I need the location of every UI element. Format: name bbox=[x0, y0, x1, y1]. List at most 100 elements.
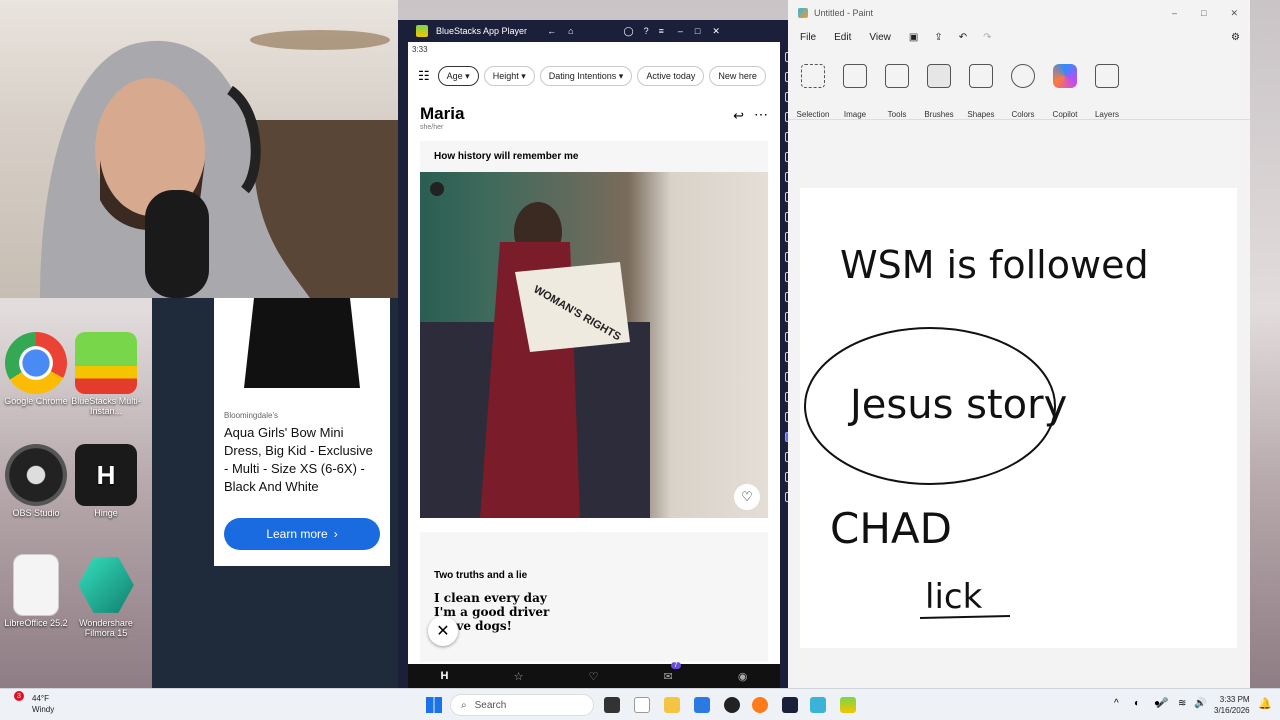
ad-dress-image bbox=[244, 298, 360, 388]
tools-icon bbox=[885, 64, 909, 88]
search-placeholder: Search bbox=[474, 699, 507, 711]
prompt-card: How history will remember me WOMAN'S RIG… bbox=[420, 141, 768, 518]
menu-icon[interactable]: ≡ bbox=[659, 26, 664, 36]
nav-profile-icon[interactable]: ◉ bbox=[738, 670, 748, 683]
prompt-answer-line: I love dogs! bbox=[434, 619, 512, 633]
prompt-label: How history will remember me bbox=[434, 151, 579, 162]
desktop-icon-chrome[interactable]: Google Chrome bbox=[0, 332, 72, 406]
task-view-icon[interactable] bbox=[604, 697, 620, 713]
filmora-icon bbox=[78, 557, 134, 613]
tool-copilot[interactable]: Copilot bbox=[1044, 64, 1086, 119]
ad-title[interactable]: Aqua Girls' Bow Mini Dress, Big Kid - Ex… bbox=[214, 424, 390, 496]
help-icon[interactable]: ? bbox=[644, 26, 649, 36]
filter-chip-new-here[interactable]: New here bbox=[709, 66, 766, 86]
android-screen: 3:33 ☷ Age ▾ Height ▾ Dating Intentions … bbox=[408, 42, 780, 688]
menu-edit[interactable]: Edit bbox=[834, 32, 851, 43]
minimize-icon[interactable]: – bbox=[678, 26, 683, 36]
filter-label: Height bbox=[492, 71, 519, 81]
desktop-icon-obs[interactable]: OBS Studio bbox=[0, 444, 72, 518]
obs-icon[interactable] bbox=[724, 697, 740, 713]
terminal-icon[interactable] bbox=[782, 697, 798, 713]
home-icon[interactable]: ⌂ bbox=[568, 26, 573, 36]
ad-learn-more-button[interactable]: Learn more › bbox=[224, 518, 380, 550]
back-icon[interactable]: ← bbox=[547, 26, 556, 36]
taskbar-search[interactable]: ⌕ Search bbox=[450, 694, 594, 716]
weather-widget[interactable]: 3 44°F Windy bbox=[14, 691, 55, 715]
tool-layers[interactable]: Layers bbox=[1086, 64, 1128, 119]
desktop-icon-bluestacks[interactable]: BlueStacks Multi-Instan... bbox=[70, 332, 142, 416]
tool-shapes[interactable]: Shapes bbox=[960, 64, 1002, 119]
settings-icon[interactable]: ⚙ bbox=[1231, 32, 1240, 43]
more-icon[interactable]: ⋯ bbox=[754, 106, 768, 123]
paint-canvas[interactable]: WSM is followed Jesus story CHAD lick bbox=[800, 188, 1237, 648]
tool-label: Image bbox=[843, 110, 867, 119]
desktop-icon-filmora[interactable]: Wondershare Filmora 15 bbox=[70, 554, 142, 638]
nav-chat-icon[interactable]: ✉ 7 bbox=[664, 661, 681, 683]
minimize-icon[interactable]: – bbox=[1172, 8, 1177, 18]
nav-likes-icon[interactable]: ♡ bbox=[589, 670, 599, 683]
close-icon[interactable]: ✕ bbox=[1230, 8, 1238, 19]
tray-app-icon[interactable]: ◐ bbox=[1134, 698, 1140, 709]
filter-chip-active-today[interactable]: Active today bbox=[637, 66, 705, 86]
undo-icon[interactable]: ↶ bbox=[959, 32, 967, 43]
desktop-icon-hinge[interactable]: H Hinge bbox=[70, 444, 142, 518]
filter-chip-age[interactable]: Age ▾ bbox=[437, 66, 479, 86]
skip-x-button[interactable]: ✕ bbox=[428, 616, 458, 646]
filter-chip-dating-intentions[interactable]: Dating Intentions ▾ bbox=[539, 66, 633, 86]
notification-bell-icon[interactable]: 🔔 bbox=[1258, 697, 1272, 710]
canvas-drawing: WSM is followed Jesus story CHAD lick bbox=[804, 243, 1149, 619]
tool-brushes[interactable]: Brushes bbox=[918, 64, 960, 119]
share-icon[interactable]: ⇪ bbox=[934, 32, 942, 43]
paint-title: Untitled - Paint bbox=[814, 8, 874, 18]
undo-icon[interactable]: ↩ bbox=[733, 108, 744, 124]
clock-time: 3:33 PM bbox=[1219, 695, 1250, 704]
nav-star-icon[interactable]: ☆ bbox=[514, 670, 524, 683]
paint-app-icon[interactable] bbox=[810, 697, 826, 713]
tray-chevron-icon[interactable]: ^ bbox=[1114, 698, 1119, 709]
filter-chip-height[interactable]: Height ▾ bbox=[483, 66, 535, 86]
tool-tools[interactable]: Tools bbox=[876, 64, 918, 119]
maximize-icon[interactable]: □ bbox=[695, 26, 700, 36]
status-time: 3:33 bbox=[412, 45, 428, 54]
bluestacks-app-icon[interactable] bbox=[840, 697, 856, 713]
desktop-icon-libreoffice[interactable]: LibreOffice 25.2 bbox=[0, 554, 72, 628]
obs-icon bbox=[5, 444, 67, 506]
volume-icon[interactable]: 🔊 bbox=[1194, 698, 1206, 709]
chrome-icon bbox=[5, 332, 67, 394]
account-icon[interactable]: ◯ bbox=[624, 26, 634, 37]
wifi-icon[interactable]: ≋ bbox=[1178, 698, 1186, 709]
prompt-answer-line: I clean every day bbox=[434, 591, 547, 605]
layers-icon bbox=[1095, 64, 1119, 88]
paint-menubar: File Edit View ▣ ⇪ ↶ ↷ ⚙ bbox=[788, 26, 1250, 48]
like-heart-icon[interactable]: ♡ bbox=[734, 484, 760, 510]
profile-photo-art: WOMAN'S RIGHTS bbox=[420, 202, 650, 518]
document-icon[interactable] bbox=[634, 697, 650, 713]
menu-view[interactable]: View bbox=[869, 32, 891, 43]
save-icon[interactable]: ▣ bbox=[909, 32, 918, 43]
bluestacks-window: BlueStacks App Player ← ⌂ ◯ ? ≡ – □ ✕ 3:… bbox=[398, 20, 801, 688]
chevron-right-icon: › bbox=[333, 527, 338, 541]
firefox-icon[interactable] bbox=[752, 697, 768, 713]
filter-sliders-icon[interactable]: ☷ bbox=[418, 68, 430, 84]
file-explorer-icon[interactable] bbox=[664, 697, 680, 713]
tool-label: Copilot bbox=[1052, 110, 1078, 119]
nav-hinge-icon[interactable]: H bbox=[441, 670, 449, 682]
ad-panel: Bloomingdale's Aqua Girls' Bow Mini Dres… bbox=[152, 298, 408, 688]
desktop-icon-label: OBS Studio bbox=[12, 508, 60, 518]
profile-photo[interactable]: WOMAN'S RIGHTS ♡ bbox=[420, 172, 768, 518]
system-clock[interactable]: 3:33 PM 3/16/2026 bbox=[1214, 694, 1250, 716]
maximize-icon[interactable]: □ bbox=[1201, 8, 1206, 18]
store-icon[interactable] bbox=[694, 697, 710, 713]
tool-label: Shapes bbox=[967, 110, 995, 119]
tool-image[interactable]: Image bbox=[834, 64, 876, 119]
close-icon[interactable]: ✕ bbox=[712, 26, 720, 37]
tool-selection[interactable]: Selection bbox=[792, 64, 834, 119]
weather-desc: Windy bbox=[32, 705, 55, 714]
tool-colors[interactable]: Colors bbox=[1002, 64, 1044, 119]
start-button[interactable] bbox=[426, 697, 442, 713]
drawing-text-line-2: Jesus story bbox=[847, 382, 1067, 428]
redo-icon[interactable]: ↷ bbox=[983, 32, 991, 43]
menu-file[interactable]: File bbox=[800, 32, 816, 43]
microphone-icon[interactable]: 🎤 bbox=[1156, 698, 1168, 709]
image-icon bbox=[843, 64, 867, 88]
